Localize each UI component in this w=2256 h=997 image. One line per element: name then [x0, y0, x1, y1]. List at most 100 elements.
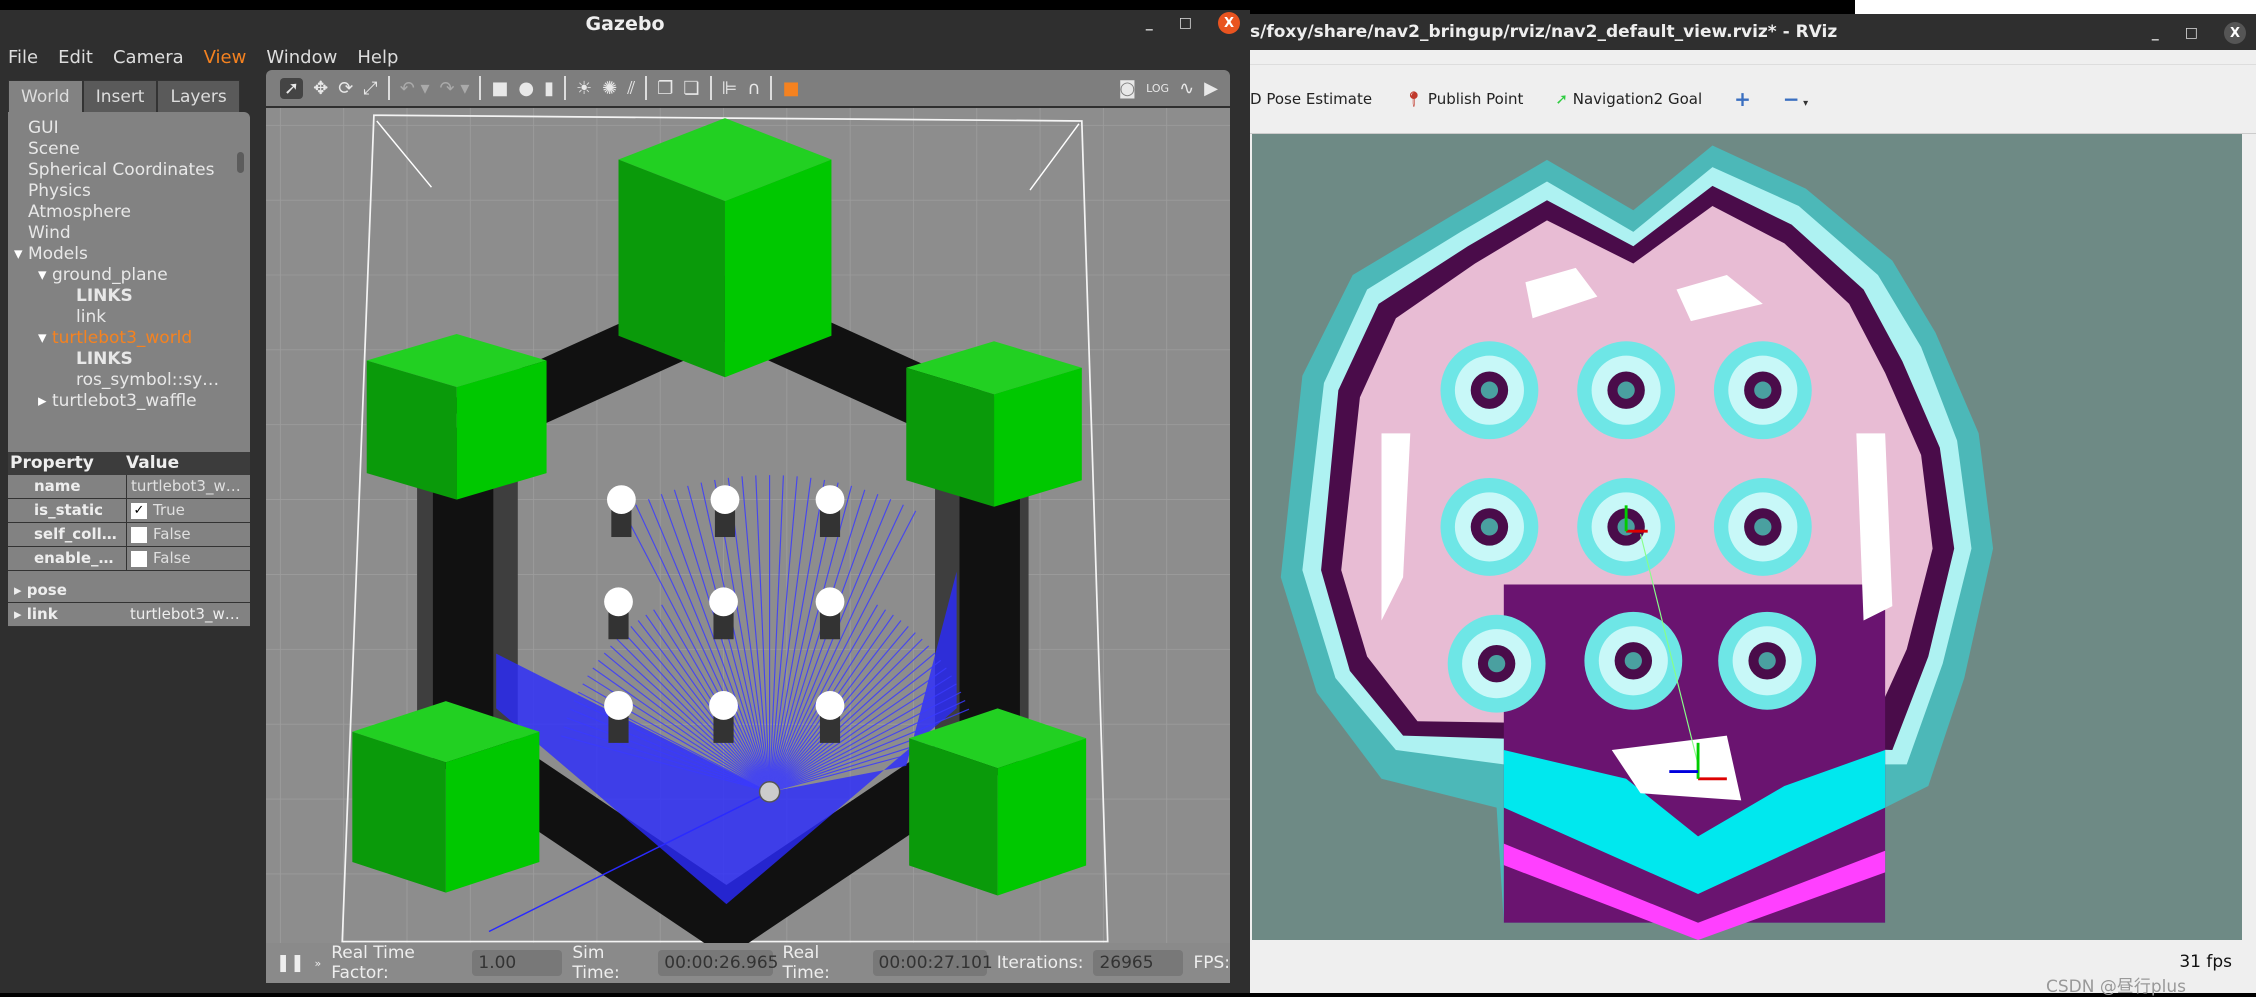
real-time-label: Real Time: — [782, 943, 830, 983]
expander-icon[interactable]: ▾ — [38, 265, 52, 285]
scale-tool-icon[interactable]: ⤢ — [363, 78, 377, 99]
pose-estimate-tool[interactable]: D Pose Estimate — [1250, 90, 1372, 108]
video-record-icon[interactable]: ▶ — [1204, 78, 1218, 99]
redo-icon[interactable]: ↷ ▾ — [440, 78, 470, 99]
remove-icon: − — [1782, 87, 1800, 111]
property-group[interactable]: ▸ link turtlebot3_w… — [8, 603, 250, 627]
divider — [709, 76, 712, 100]
menu-view[interactable]: View — [204, 47, 247, 68]
property-group[interactable]: ▸ pose — [8, 579, 250, 603]
tree-item[interactable]: Atmosphere — [8, 202, 250, 223]
tree-item-label: ros_symbol::sy… — [76, 370, 220, 390]
costmap-obstacle — [1577, 341, 1676, 440]
rviz-window: s/foxy/share/nav2_bringup/rviz/nav2_defa… — [1250, 14, 2256, 997]
copy-icon[interactable]: ❐ — [657, 78, 673, 99]
rviz-3d-viewport[interactable] — [1252, 134, 2242, 940]
tree-item[interactable]: ▾ Models — [8, 244, 250, 265]
step-icon[interactable]: » — [315, 957, 322, 970]
tree-item[interactable]: ▸ turtlebot3_waffle — [8, 391, 250, 412]
tree-item[interactable]: ▾ turtlebot3_world — [8, 328, 250, 349]
checkbox[interactable] — [131, 526, 147, 543]
tree-item[interactable]: GUI — [8, 118, 250, 139]
property-row[interactable]: name turtlebot3_w… — [8, 475, 250, 499]
tree-item[interactable]: LINKS — [8, 286, 250, 307]
nav2-goal-tool[interactable]: ➚ Navigation2 Goal — [1555, 90, 1702, 108]
pause-icon[interactable]: ❚❚ — [276, 953, 305, 973]
tree-item[interactable]: Wind — [8, 223, 250, 244]
directional-light-icon[interactable]: ⫽ — [627, 78, 635, 99]
sphere-shape-icon[interactable]: ● — [518, 78, 534, 99]
remove-tool-button[interactable]: − ▾ — [1783, 87, 1808, 111]
green-cube — [906, 341, 1082, 507]
costmap-obstacle — [1440, 477, 1539, 576]
tree-item[interactable]: ros_symbol::sy… — [8, 370, 250, 391]
green-cube — [618, 118, 832, 378]
tree-item[interactable]: Physics — [8, 181, 250, 202]
tab-world[interactable]: World — [8, 80, 83, 112]
maximize-button[interactable]: □ — [2185, 25, 2198, 41]
undo-icon[interactable]: ↶ ▾ — [400, 78, 430, 99]
property-value[interactable]: False — [126, 547, 250, 570]
close-button[interactable]: X — [1218, 12, 1240, 34]
rotate-tool-icon[interactable]: ⟳ — [338, 78, 353, 99]
expander-icon[interactable]: ▾ — [38, 328, 52, 348]
tab-layers[interactable]: Layers — [157, 80, 240, 112]
tree-item[interactable]: Scene — [8, 139, 250, 160]
screenshot-icon[interactable]: ◙ — [1119, 78, 1136, 99]
gazebo-3d-viewport[interactable] — [266, 108, 1230, 943]
close-button[interactable]: X — [2224, 22, 2246, 44]
view-angle-icon[interactable]: ■ — [782, 78, 799, 99]
checkbox[interactable] — [131, 550, 147, 567]
menu-camera[interactable]: Camera — [113, 47, 184, 68]
tree-item[interactable]: LINKS — [8, 349, 250, 370]
publish-point-tool[interactable]: 📍︎ Publish Point — [1404, 90, 1523, 108]
translate-tool-icon[interactable]: ✥ — [313, 78, 328, 99]
property-row[interactable]: self_coll… False — [8, 523, 250, 547]
menu-file[interactable]: File — [8, 47, 38, 68]
property-header: Property — [10, 453, 94, 473]
add-tool-button[interactable]: + — [1734, 87, 1751, 111]
property-value[interactable]: False — [126, 523, 250, 546]
tree-scrollbar[interactable] — [237, 152, 244, 173]
maximize-button[interactable]: □ — [1179, 15, 1192, 31]
tree-item-label: LINKS — [76, 286, 133, 306]
tree-item-label: turtlebot3_waffle — [51, 391, 197, 411]
expander-icon[interactable]: ▸ — [38, 391, 52, 411]
watermark: CSDN @昼行plus — [2045, 977, 2186, 997]
value-header: Value — [126, 453, 180, 473]
tool-label: D Pose Estimate — [1250, 90, 1373, 108]
rviz-title-bar: s/foxy/share/nav2_bringup/rviz/nav2_defa… — [1250, 14, 2256, 50]
green-cube — [352, 701, 540, 893]
menu-window[interactable]: Window — [266, 47, 337, 68]
property-row[interactable]: enable_… False — [8, 547, 250, 571]
minimize-button[interactable]: _ — [2152, 25, 2159, 41]
property-key: ▸ link — [14, 605, 58, 623]
menu-help[interactable]: Help — [357, 47, 398, 68]
property-value[interactable]: ✓ True — [126, 499, 250, 522]
green-cube — [909, 708, 1087, 896]
divider — [387, 76, 390, 100]
plot-icon[interactable]: ∿ — [1179, 78, 1194, 99]
align-icon[interactable]: ⊫ — [722, 78, 738, 99]
tree-item[interactable]: link — [8, 307, 250, 328]
expander-icon[interactable]: ▾ — [14, 244, 28, 264]
fps-label: FPS: — [1193, 953, 1230, 973]
tab-insert[interactable]: Insert — [82, 80, 158, 112]
checkbox[interactable]: ✓ — [131, 502, 147, 519]
paste-icon[interactable]: ❏ — [683, 78, 699, 99]
tree-item[interactable]: ▾ ground_plane — [8, 265, 250, 286]
box-shape-icon[interactable]: ■ — [491, 78, 508, 99]
minimize-button[interactable]: _ — [1146, 15, 1153, 31]
cylinder-shape-icon[interactable]: ▮ — [544, 78, 554, 99]
snap-icon[interactable]: ∩ — [747, 78, 760, 99]
select-tool-icon[interactable]: ➚ — [280, 77, 304, 99]
window-title: s/foxy/share/nav2_bringup/rviz/nav2_defa… — [1250, 22, 1838, 42]
window-title: Gazebo — [585, 13, 665, 35]
menu-edit[interactable]: Edit — [58, 47, 93, 68]
tree-item[interactable]: Spherical Coordinates — [8, 160, 250, 181]
log-icon[interactable]: LOG — [1146, 82, 1169, 95]
group-label: pose — [26, 581, 67, 599]
property-row[interactable]: is_static ✓ True — [8, 499, 250, 523]
point-light-icon[interactable]: ☀ — [576, 78, 592, 99]
spot-light-icon[interactable]: ✺ — [602, 78, 617, 99]
